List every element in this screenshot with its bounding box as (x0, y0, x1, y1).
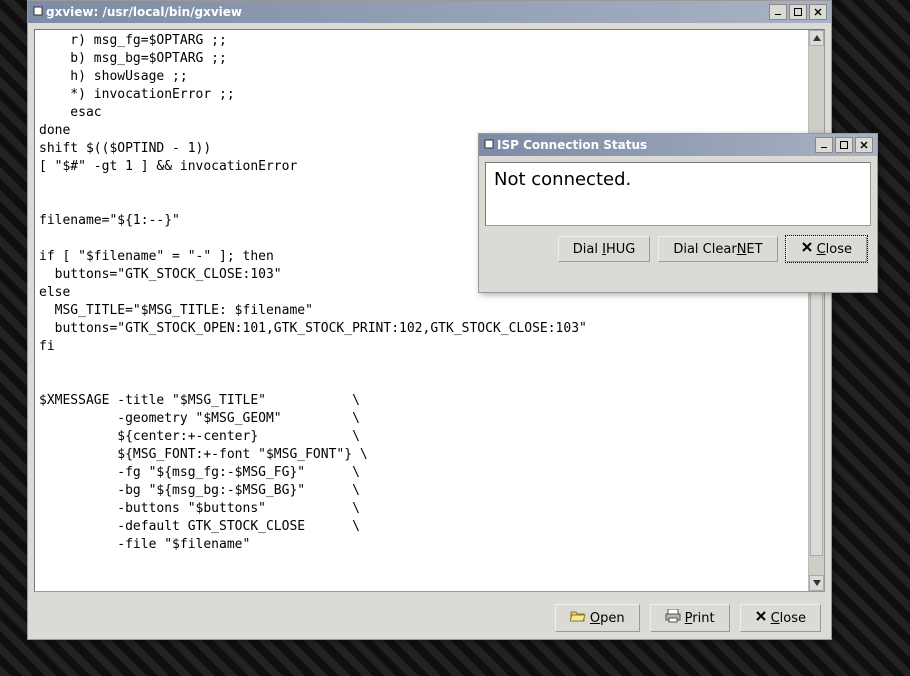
maximize-button[interactable] (789, 4, 807, 20)
dialog-maximize-button[interactable] (835, 137, 853, 153)
main-button-row: Open Print Close (28, 598, 831, 640)
close-icon (755, 610, 767, 626)
app-menu-icon[interactable] (32, 5, 44, 17)
dialog-title: ISP Connection Status (483, 138, 811, 152)
isp-dialog-window: ISP Connection Status Not connected. Dia… (478, 133, 878, 293)
dialog-message: Not connected. (485, 162, 871, 226)
minimize-button[interactable] (769, 4, 787, 20)
scroll-up-button[interactable] (809, 30, 824, 46)
folder-open-icon (570, 609, 586, 627)
dialog-close-label: Close (817, 242, 852, 257)
dial-clearnet-label: Dial ClearNET (673, 242, 762, 257)
dial-ihug-button[interactable]: Dial IHUG (558, 236, 651, 262)
dialog-minimize-button[interactable] (815, 137, 833, 153)
print-button[interactable]: Print (650, 604, 730, 632)
gxview-window: gxview: /usr/local/bin/gxview r) msg_fg=… (27, 0, 832, 640)
dial-ihug-label: Dial IHUG (573, 242, 636, 257)
window-title: gxview: /usr/local/bin/gxview (32, 5, 765, 19)
window-close-button[interactable] (809, 4, 827, 20)
print-label: Print (685, 611, 715, 626)
dialog-body: Not connected. Dial IHUG Dial ClearNET C… (485, 162, 871, 262)
code-text: r) msg_fg=$OPTARG ;; b) msg_bg=$OPTARG ;… (35, 30, 808, 591)
close-button[interactable]: Close (740, 604, 821, 632)
dialog-button-row: Dial IHUG Dial ClearNET Close (485, 226, 871, 262)
dialog-close-button[interactable]: Close (786, 236, 867, 262)
open-label: Open (590, 611, 625, 626)
app-menu-icon[interactable] (483, 138, 495, 150)
close-icon (801, 241, 813, 257)
dial-clearnet-button[interactable]: Dial ClearNET (658, 236, 777, 262)
open-button[interactable]: Open (555, 604, 640, 632)
text-viewer: r) msg_fg=$OPTARG ;; b) msg_bg=$OPTARG ;… (34, 29, 825, 592)
dialog-window-close-button[interactable] (855, 137, 873, 153)
printer-icon (665, 609, 681, 627)
isp-dialog-titlebar[interactable]: ISP Connection Status (479, 134, 877, 156)
gxview-titlebar[interactable]: gxview: /usr/local/bin/gxview (28, 1, 831, 23)
scroll-track[interactable] (809, 46, 824, 575)
vertical-scrollbar[interactable] (808, 30, 824, 591)
scroll-down-button[interactable] (809, 575, 824, 591)
close-label: Close (771, 611, 806, 626)
